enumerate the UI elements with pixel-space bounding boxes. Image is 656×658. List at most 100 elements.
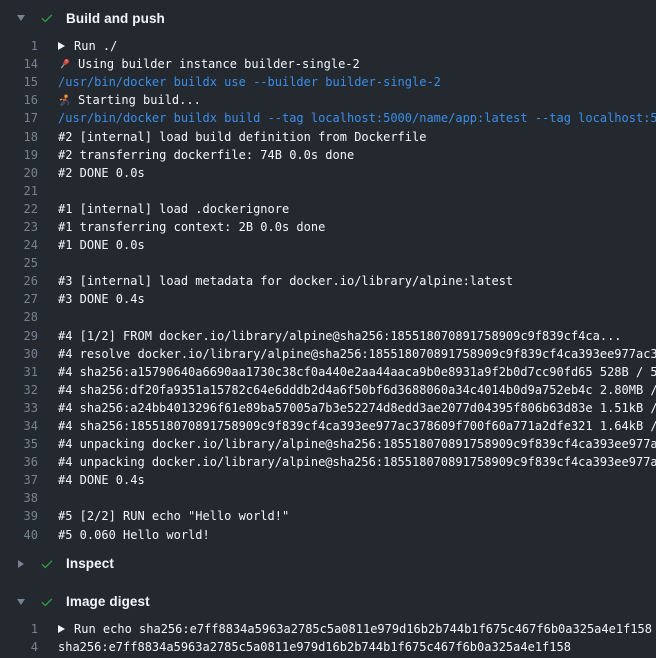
run-expand-arrow-icon[interactable]: [58, 625, 65, 633]
log-text-content: #4 sha256:df20fa9351a15782c64e6dddb2d4a6…: [58, 383, 656, 397]
check-success-icon: [40, 557, 54, 571]
log-text-content: /usr/bin/docker buildx build --tag local…: [58, 111, 656, 125]
line-number[interactable]: 32: [0, 383, 38, 397]
log-text-content: #4 unpacking docker.io/library/alpine@sh…: [58, 437, 656, 451]
log-line: 27 #3 DONE 0.4s: [0, 290, 656, 308]
runner-icon: [58, 94, 71, 107]
line-number[interactable]: 14: [0, 57, 38, 71]
line-number[interactable]: 30: [0, 347, 38, 361]
line-number[interactable]: 34: [0, 419, 38, 433]
line-number[interactable]: 27: [0, 292, 38, 306]
line-number[interactable]: 16: [0, 93, 38, 107]
group-title: Image digest: [66, 594, 150, 609]
group-title: Build and push: [66, 11, 165, 26]
log-text: sha256:e7ff8834a5963a2785c5a0811e979d16b…: [58, 640, 656, 654]
check-success-icon: [40, 595, 54, 609]
line-number[interactable]: 37: [0, 473, 38, 487]
line-number[interactable]: 40: [0, 528, 38, 542]
log-line: 37 #4 DONE 0.4s: [0, 471, 656, 489]
line-number[interactable]: 17: [0, 111, 38, 125]
group-title: Inspect: [66, 556, 114, 571]
line-number[interactable]: 1: [0, 622, 38, 636]
log-line: 16 Starting build...: [0, 91, 656, 109]
run-expand-arrow-icon[interactable]: [58, 42, 65, 50]
line-number[interactable]: 18: [0, 130, 38, 144]
log-text: Starting build...: [58, 93, 656, 107]
log-text: #1 transferring context: 2B 0.0s done: [58, 220, 656, 234]
chevron-down-icon[interactable]: [14, 15, 28, 21]
log-text: Using builder instance builder-single-2: [58, 57, 656, 71]
line-number[interactable]: 4: [0, 640, 38, 654]
pushpin-icon: [58, 58, 71, 71]
group-header-image-digest[interactable]: Image digest: [0, 590, 656, 614]
log-line: 31#4 sha256:a15790640a6690aa1730c38cf0a4…: [0, 363, 656, 381]
line-number[interactable]: 38: [0, 491, 38, 505]
line-number[interactable]: 23: [0, 220, 38, 234]
line-number[interactable]: 35: [0, 437, 38, 451]
log-viewer: Build and push 1Run ./14Using builder in…: [0, 0, 656, 656]
log-line: 26 #3 [internal] load metadata for docker…: [0, 272, 656, 290]
log-text-content: #3 DONE 0.4s: [58, 292, 145, 306]
line-number[interactable]: 39: [0, 509, 38, 523]
log-line: 34 #4 sha256:185518070891758909c9f839cf4c…: [0, 417, 656, 435]
log-text-content: #2 transferring dockerfile: 74B 0.0s don…: [58, 148, 354, 162]
log-line: 40 #5 0.060 Hello world!: [0, 526, 656, 544]
log-text-content: Starting build...: [78, 93, 201, 107]
chevron-right-icon[interactable]: [14, 560, 28, 568]
log-line: 32 #4 sha256:df20fa9351a15782c64e6dddb2d4…: [0, 381, 656, 399]
log-text-content: #4 DONE 0.4s: [58, 473, 145, 487]
log-text: #3 DONE 0.4s: [58, 292, 656, 306]
line-number[interactable]: 31: [0, 365, 38, 379]
line-number[interactable]: 1: [0, 39, 38, 53]
line-number[interactable]: 28: [0, 310, 38, 324]
line-number[interactable]: 19: [0, 148, 38, 162]
log-line: 33 #4 sha256:a24bb4013296f61e89ba57005a7b…: [0, 399, 656, 417]
log-text-content: #2 [internal] load build definition from…: [58, 130, 426, 144]
log-text: #5 0.060 Hello world!: [58, 528, 656, 542]
log-line: 35 #4 unpacking docker.io/library/alpine@…: [0, 435, 656, 453]
log-text-content: #2 DONE 0.0s: [58, 166, 145, 180]
log-lines-image-digest: 1Run echo sha256:e7ff8834a5963a2785c5a08…: [0, 620, 656, 656]
log-text-content: #1 transferring context: 2B 0.0s done: [58, 220, 325, 234]
log-text-content: #4 sha256:185518070891758909c9f839cf4ca3…: [58, 419, 656, 433]
log-text-content: Run ./: [74, 39, 117, 53]
log-text-content: #3 [internal] load metadata for docker.i…: [58, 274, 513, 288]
group-header-inspect[interactable]: Inspect: [0, 552, 656, 576]
log-line: 21: [0, 182, 656, 200]
actions-log-viewer: { "colors": { "background": "#24292f", "…: [0, 0, 656, 658]
log-line: 17/usr/bin/docker buildx build --tag loc…: [0, 109, 656, 127]
log-text: #4 sha256:df20fa9351a15782c64e6dddb2d4a6…: [58, 383, 656, 397]
line-number[interactable]: 25: [0, 256, 38, 270]
log-line: 23 #1 transferring context: 2B 0.0s done: [0, 218, 656, 236]
log-line: 15/usr/bin/docker buildx use --builder b…: [0, 73, 656, 91]
log-line: 19 #2 transferring dockerfile: 74B 0.0s d…: [0, 146, 656, 164]
log-text-content: sha256:e7ff8834a5963a2785c5a0811e979d16b…: [58, 640, 571, 654]
log-lines-build-and-push: 1 Run ./ 14 Using builder instance builder-…: [0, 37, 656, 544]
line-number[interactable]: 22: [0, 202, 38, 216]
line-number[interactable]: 36: [0, 455, 38, 469]
line-number[interactable]: 20: [0, 166, 38, 180]
line-number[interactable]: 26: [0, 274, 38, 288]
log-line: 28: [0, 308, 656, 326]
chevron-down-icon[interactable]: [14, 599, 28, 605]
log-text: #4 sha256:a24bb4013296f61e89ba57005a7b3e…: [58, 401, 656, 415]
log-text: #4 sha256:185518070891758909c9f839cf4ca3…: [58, 419, 656, 433]
log-text-content: #4 resolve docker.io/library/alpine@sha2…: [58, 347, 656, 361]
line-number[interactable]: 29: [0, 329, 38, 343]
group-header-build-and-push[interactable]: Build and push: [0, 6, 656, 30]
line-number[interactable]: 33: [0, 401, 38, 415]
log-text: #1 DONE 0.0s: [58, 238, 656, 252]
log-text-content: /usr/bin/docker buildx use --builder bui…: [58, 75, 441, 89]
log-text: #3 [internal] load metadata for docker.i…: [58, 274, 656, 288]
log-text: #4 unpacking docker.io/library/alpine@sh…: [58, 437, 656, 451]
log-line: 24 #1 DONE 0.0s: [0, 236, 656, 254]
check-success-icon: [40, 11, 54, 25]
log-text-content: Using builder instance builder-single-2: [78, 57, 360, 71]
log-command-text: /usr/bin/docker buildx build --tag local…: [58, 111, 656, 125]
log-text-content: #4 [1/2] FROM docker.io/library/alpine@s…: [58, 329, 622, 343]
line-number[interactable]: 24: [0, 238, 38, 252]
log-text-content: #4 unpacking docker.io/library/alpine@sh…: [58, 455, 656, 469]
log-line: 30 #4 resolve docker.io/library/alpine@sh…: [0, 345, 656, 363]
line-number[interactable]: 15: [0, 75, 38, 89]
line-number[interactable]: 21: [0, 184, 38, 198]
